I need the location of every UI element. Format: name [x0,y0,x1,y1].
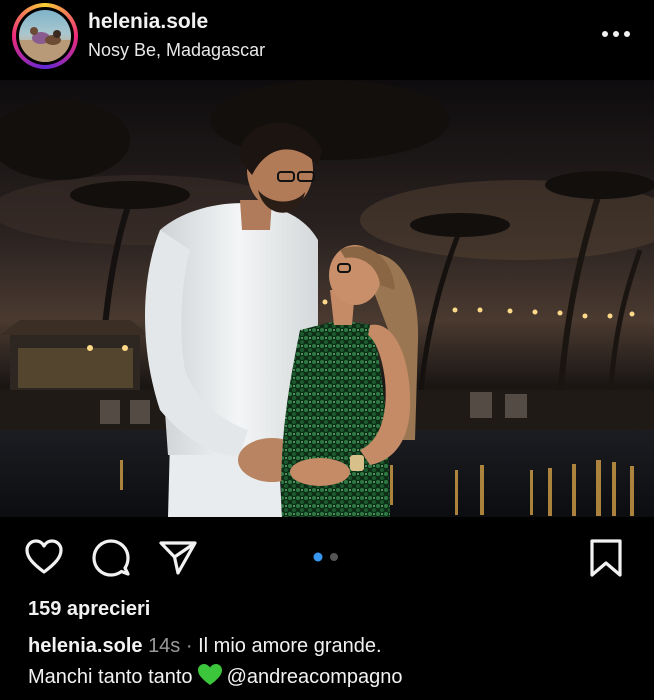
bookmark-icon[interactable] [586,538,626,578]
caption-line-1: Il mio amore grande. [198,635,382,657]
post-location[interactable]: Nosy Be, Madagascar [88,40,265,61]
post-caption: helenia.sole 14s · Il mio amore grande. … [28,631,638,693]
caption-separator: · [185,635,193,657]
avatar-image [19,10,71,62]
heart-icon[interactable] [24,538,64,578]
carousel-dot-active [313,552,323,562]
green-heart-emoji-icon [197,663,223,687]
caption-mention[interactable]: @andreacompagno [227,666,403,688]
caption-username[interactable]: helenia.sole [28,635,143,657]
instagram-post: helenia.sole Nosy Be, Madagascar 159 apr… [0,0,654,700]
comment-bubble-icon[interactable] [91,538,131,578]
carousel-indicator [312,549,342,562]
avatar[interactable] [12,3,78,69]
caption-line-2: Manchi tanto tanto [28,666,193,688]
caption-timestamp: 14s [148,635,181,657]
post-header: helenia.sole Nosy Be, Madagascar [0,0,654,78]
post-photo[interactable] [0,80,654,517]
paper-plane-icon[interactable] [158,538,198,578]
likes-count[interactable]: 159 aprecieri [28,598,150,621]
carousel-dot-inactive [330,553,338,561]
post-username[interactable]: helenia.sole [88,10,208,34]
more-options-icon[interactable] [600,24,632,44]
